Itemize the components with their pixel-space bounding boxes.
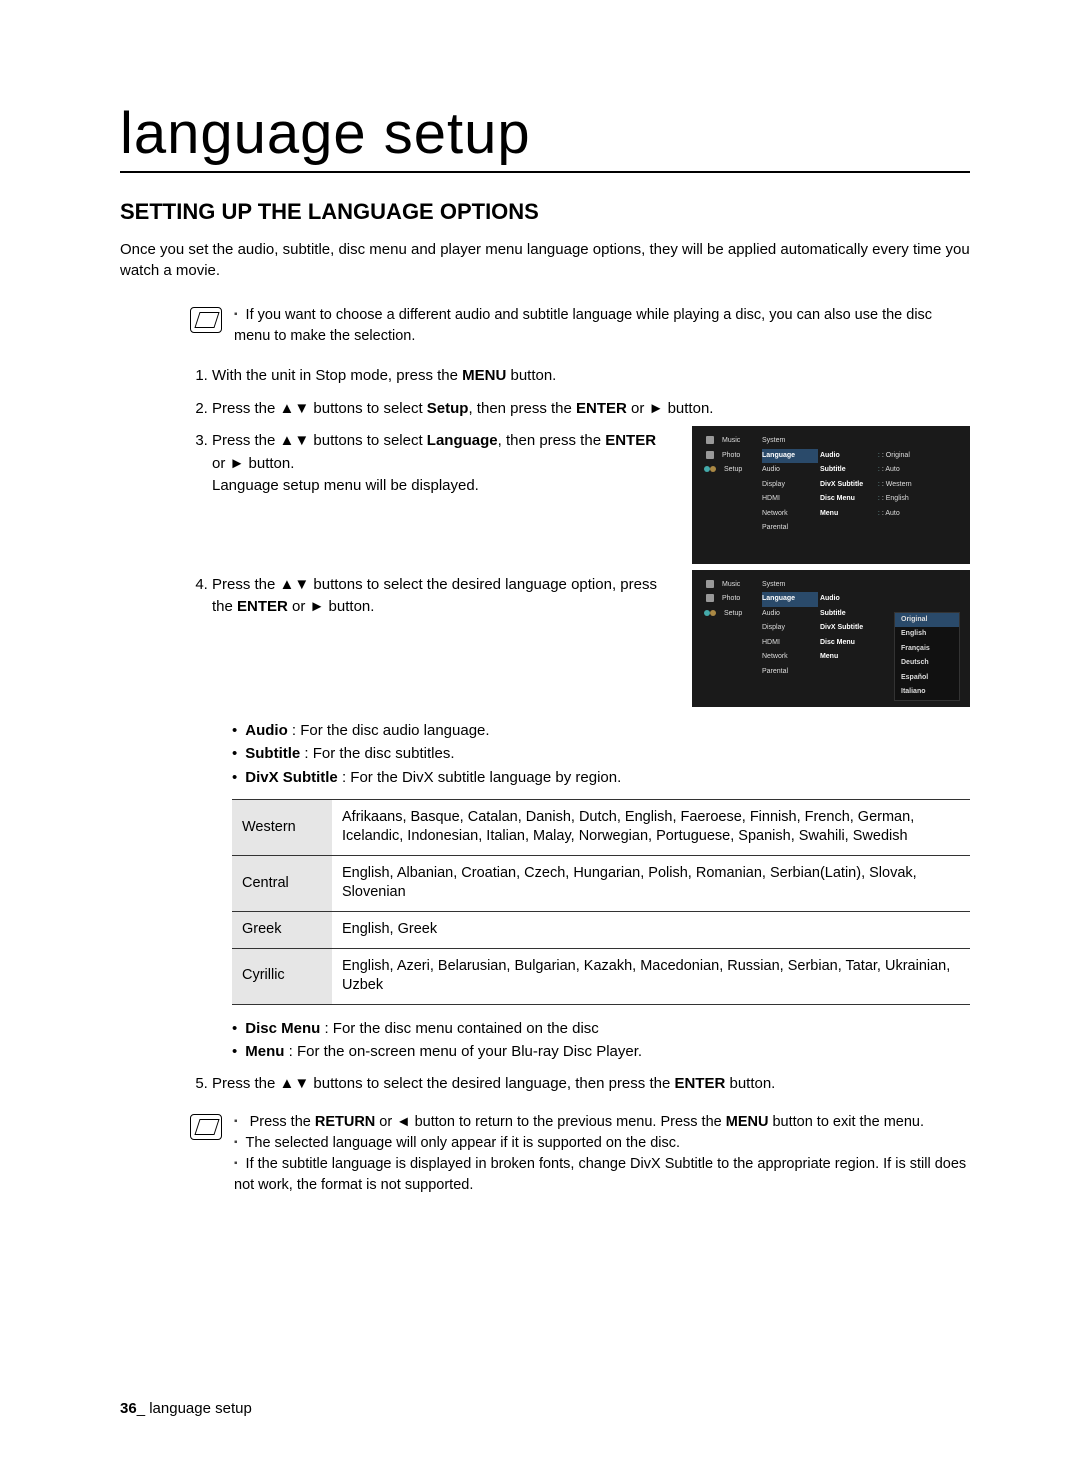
step-5: Press the ▲▼ buttons to select the desir… [212,1073,970,1096]
note-icon [190,307,222,333]
note-icon [190,1114,222,1140]
intro-text: Once you set the audio, subtitle, disc m… [120,239,970,281]
table-row: CentralEnglish, Albanian, Croatian, Czec… [232,855,970,911]
language-dropdown: Original English Français Deutsch Españo… [894,612,960,701]
table-row: WesternAfrikaans, Basque, Catalan, Danis… [232,799,970,855]
step-4: Press the ▲▼ buttons to select the desir… [212,574,970,1064]
step-2: Press the ▲▼ buttons to select Setup, th… [212,398,970,421]
subtitle-region-table: WesternAfrikaans, Basque, Catalan, Danis… [232,799,970,1005]
note-broken-fonts: If the subtitle language is displayed in… [234,1154,970,1196]
ui-screenshot-1: Music Photo Setup System Language Audio … [692,426,970,564]
note-return: Press the RETURN or ◄ button to return t… [234,1112,970,1133]
table-row: GreekEnglish, Greek [232,912,970,949]
page-footer: 36_ language setup [120,1400,252,1417]
note-supported: The selected language will only appear i… [234,1133,970,1154]
ui-screenshot-2: Music Photo Setup System Language Audio … [692,570,970,708]
page-title: language setup [120,100,970,173]
bullet-menu: Menu : For the on-screen menu of your Bl… [232,1040,970,1063]
note-block-2: Press the RETURN or ◄ button to return t… [190,1112,970,1196]
step-3: Press the ▲▼ buttons to select Language,… [212,430,970,564]
bullet-disc-menu: Disc Menu : For the disc menu contained … [232,1017,970,1040]
table-row: CyrillicEnglish, Azeri, Belarusian, Bulg… [232,948,970,1004]
bullet-audio: Audio : For the disc audio language. [232,719,970,742]
note-block-1: If you want to choose a different audio … [190,305,970,347]
step-1: With the unit in Stop mode, press the ME… [212,365,970,388]
bullet-divx: DivX Subtitle : For the DivX subtitle la… [232,766,970,789]
note-1: If you want to choose a different audio … [234,305,970,347]
section-heading: SETTING UP THE LANGUAGE OPTIONS [120,199,970,225]
bullet-subtitle: Subtitle : For the disc subtitles. [232,742,970,765]
